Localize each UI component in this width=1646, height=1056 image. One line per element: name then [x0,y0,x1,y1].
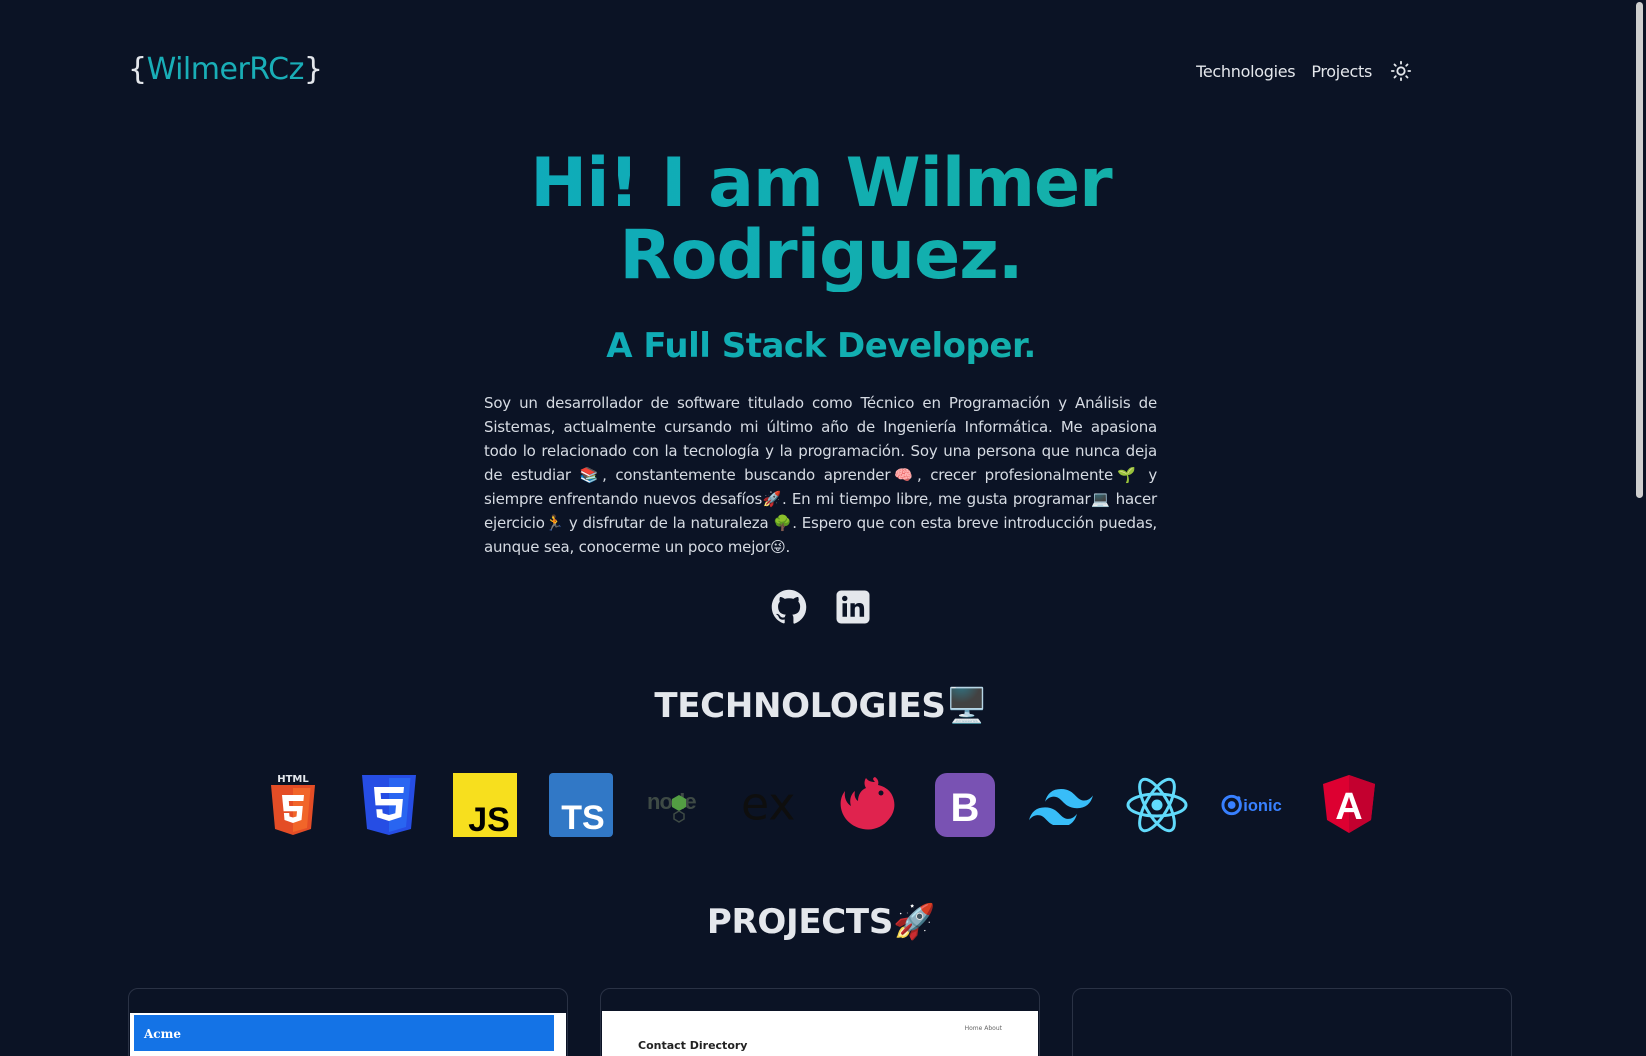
angular-icon: A [1317,773,1381,837]
project-preview-image: Home About Contact Directory [602,1011,1038,1056]
hero-title-line2: Rodriguez. [619,216,1023,295]
nav-projects-link[interactable]: Projects [1311,62,1372,81]
nestjs-icon [837,773,901,837]
social-links [0,589,1642,625]
hero-subtitle: A Full Stack Developer. [0,326,1642,366]
technologies-heading: TECHNOLOGIES🖥️ [0,686,1642,726]
bootstrap-icon: B [933,773,997,837]
project-card[interactable] [1072,988,1512,1056]
technologies-list: HTML JS TS node ex B ionic A [0,773,1642,837]
sun-icon[interactable] [1390,60,1412,82]
nodejs-label: node [647,789,696,814]
projects-title: PROJECTS [706,902,894,942]
project-preview-image: Acme [130,1013,566,1056]
logo-name: WilmerRCz [146,52,305,87]
project-preview-nav: Home About [964,1025,1002,1032]
project-cards: Acme Home About Contact Directory [128,988,1512,1056]
page-scrollbar[interactable] [1632,0,1646,1056]
express-icon: ex [741,773,805,837]
hero-title-line1: Hi! I am Wilmer [530,144,1112,223]
css3-icon [357,773,421,837]
logo-close-brace: } [303,52,323,87]
project-preview-title: Contact Directory [638,1039,748,1052]
typescript-label: TS [561,799,604,837]
express-label: ex [741,778,795,831]
nav-technologies-link[interactable]: Technologies [1196,62,1295,81]
computer-emoji: 🖥️ [945,686,988,726]
project-card[interactable]: Home About Contact Directory [600,988,1040,1056]
project-preview-header: Acme [134,1015,554,1051]
bootstrap-label: B [951,786,980,830]
nodejs-icon: node [645,773,709,837]
angular-label: A [1335,786,1362,828]
page: {WilmerRCz} Technologies Projects Hi! I … [0,0,1632,1056]
javascript-icon: JS [453,773,517,837]
linkedin-icon[interactable] [835,589,871,625]
tailwind-icon [1029,773,1093,837]
react-icon [1125,773,1189,837]
technologies-title: TECHNOLOGIES [654,686,946,726]
html5-label: HTML [277,774,309,785]
projects-heading: PROJECTS🚀 [0,902,1642,942]
project-preview-title: Acme [144,1027,181,1041]
rocket-emoji: 🚀 [893,902,936,942]
ionic-label: ionic [1243,797,1281,815]
javascript-label: JS [468,801,510,837]
top-nav: Technologies Projects [1196,60,1412,82]
project-card[interactable]: Acme [128,988,568,1056]
hero-title: Hi! I am Wilmer Rodriguez. [0,148,1642,292]
logo-open-brace: { [128,52,147,87]
html5-icon: HTML [261,773,325,837]
site-logo[interactable]: {WilmerRCz} [128,52,323,87]
typescript-icon: TS [549,773,613,837]
scrollbar-thumb[interactable] [1636,2,1643,498]
github-icon[interactable] [771,589,807,625]
ionic-icon: ionic [1221,773,1285,837]
bio-paragraph: Soy un desarrollador de software titulad… [484,394,1157,556]
